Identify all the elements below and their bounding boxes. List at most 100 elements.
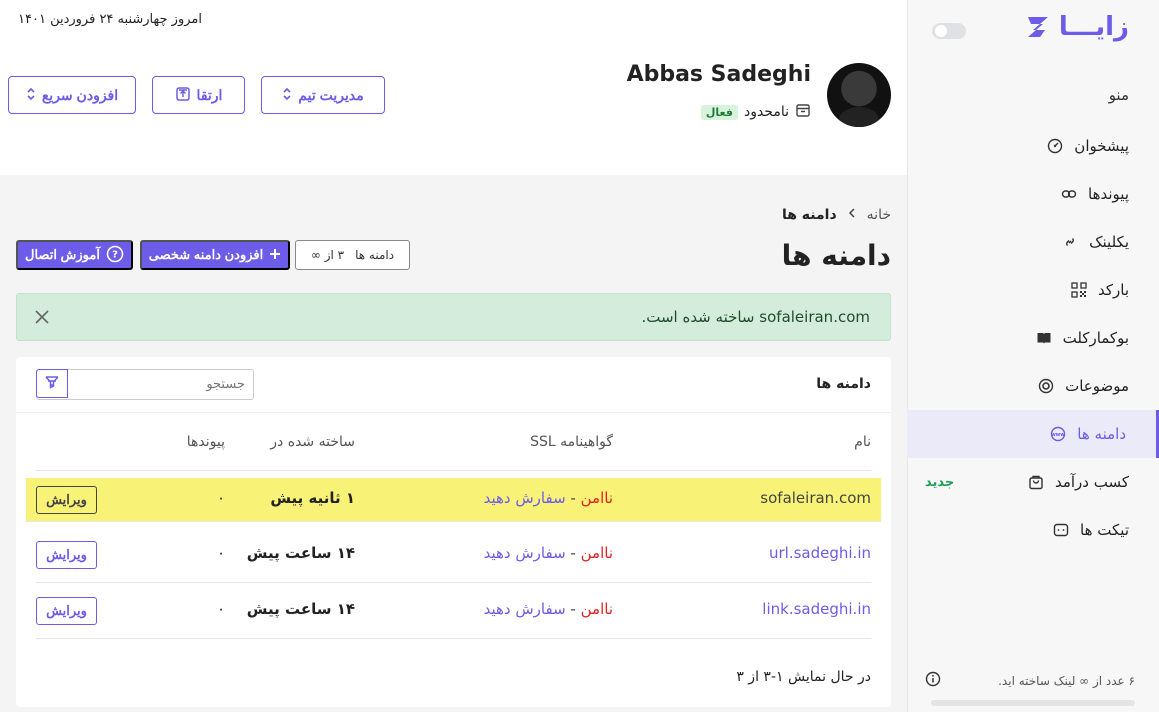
- www-icon: www: [1049, 425, 1067, 443]
- row-ssl: ناامن - سفارش دهید: [483, 489, 613, 507]
- sidebar-item-domains[interactable]: www دامنه ها: [907, 410, 1159, 458]
- row-created: ۱۴ ساعت پیش: [246, 600, 355, 618]
- column-header-created: ساخته شده در: [270, 434, 355, 450]
- chevron-left-icon: [847, 207, 857, 223]
- sidebar-item-qrcode[interactable]: بارکد: [907, 266, 1159, 314]
- logo[interactable]: زایـــا: [1023, 12, 1129, 42]
- upgrade-button[interactable]: ارتقا: [152, 76, 245, 114]
- row-ssl: ناامن - سفارش دهید: [483, 600, 613, 618]
- column-header-ssl: گواهینامه SSL: [530, 434, 613, 450]
- sidebar-item-topics[interactable]: موضوعات: [907, 362, 1159, 410]
- theme-toggle[interactable]: [932, 23, 966, 39]
- success-alert: sofaleiran.com ساخته شده است.: [16, 293, 891, 341]
- row-domain[interactable]: url.sadeghi.in: [769, 544, 871, 562]
- row-created: ۱ ثانیه پیش: [270, 489, 355, 507]
- bag-icon: [1027, 473, 1045, 491]
- table-row: link.sadeghi.in ناامن - سفارش دهید ۱۴ سا…: [36, 583, 871, 639]
- ssl-status: ناامن: [580, 544, 613, 562]
- sidebar-item-label: موضوعات: [1065, 377, 1129, 395]
- add-custom-domain-label: افزودن دامنه شخصی: [148, 247, 264, 262]
- ticket-icon: [1052, 521, 1070, 539]
- filter-icon: [45, 375, 59, 393]
- link-usage: ۶ عدد از ∞ لینک ساخته اید.: [925, 671, 1135, 690]
- team-manage-label: مدیریت تیم: [298, 86, 364, 103]
- alert-domain: sofaleiran.com: [759, 308, 870, 326]
- upload-box-icon: [175, 86, 191, 105]
- svg-text:www: www: [1051, 432, 1065, 438]
- ssl-status: ناامن: [580, 600, 613, 618]
- avatar[interactable]: [827, 63, 891, 127]
- sidebar-item-label: کسب درآمد: [1054, 473, 1129, 491]
- close-icon[interactable]: [33, 308, 51, 326]
- card-header: دامنه ها: [16, 357, 891, 413]
- quick-add-button[interactable]: افزودن سریع: [8, 76, 136, 114]
- domain-count-chip: دامنه ها ۳ از ∞: [295, 240, 410, 270]
- sidebar-item-label: بوکمارکلت: [1062, 329, 1129, 347]
- date-text: امروز چهارشنبه ۲۴ فروردین ۱۴۰۱: [18, 12, 202, 27]
- search-input[interactable]: [67, 370, 253, 399]
- sidebar-item-monetize[interactable]: کسب درآمد جدید: [907, 458, 1159, 506]
- ssl-order-link[interactable]: سفارش دهید: [484, 489, 566, 507]
- chain-icon: [1061, 233, 1079, 251]
- ssl-status: ناامن: [580, 489, 613, 507]
- domain-count-label: دامنه ها: [355, 248, 395, 262]
- logo-text: زایـــا: [1058, 12, 1129, 42]
- new-badge: جدید: [925, 474, 955, 490]
- row-domain[interactable]: link.sadeghi.in: [762, 600, 871, 618]
- sidebar-item-label: پیشخوان: [1074, 137, 1129, 155]
- filter-button[interactable]: [36, 369, 68, 398]
- connect-tutorial-label: آموزش اتصال: [25, 247, 100, 262]
- menu-title: منو: [1108, 86, 1129, 104]
- target-icon: [1037, 377, 1055, 395]
- help-circle-icon: ?: [106, 245, 124, 266]
- connect-tutorial-button[interactable]: ? آموزش اتصال: [16, 240, 133, 270]
- sidebar-item-label: یکلینک: [1089, 233, 1129, 251]
- main-content: خانه دامنه ها دامنه ها دامنه ها ۳ از ∞ ا…: [0, 175, 907, 712]
- sidebar-item-onelink[interactable]: یکلینک: [907, 218, 1159, 266]
- sidebar-item-tickets[interactable]: تیکت ها: [907, 506, 1159, 554]
- table-row: sofaleiran.com ناامن - سفارش دهید ۱ ثانی…: [26, 478, 881, 522]
- breadcrumb: خانه دامنه ها: [782, 207, 891, 223]
- plan-status-badge: فعال: [700, 104, 738, 120]
- sidebar-item-label: بارکد: [1097, 281, 1129, 299]
- edit-button[interactable]: ویرایش: [36, 486, 97, 514]
- qrcode-icon: [1070, 281, 1088, 299]
- sidebar-menu: پیشخوان پیوندها یکلینک بارکد بوکمارکلت م…: [907, 122, 1159, 554]
- book-icon: [1035, 329, 1053, 347]
- gauge-icon: [1046, 137, 1064, 155]
- breadcrumb-current: دامنه ها: [781, 207, 837, 223]
- sidebar-item-dashboard[interactable]: پیشخوان: [907, 122, 1159, 170]
- sidebar-item-bookmarklet[interactable]: بوکمارکلت: [907, 314, 1159, 362]
- sidebar-item-links[interactable]: پیوندها: [907, 170, 1159, 218]
- column-header-links: پیوندها: [186, 434, 225, 450]
- breadcrumb-home[interactable]: خانه: [867, 207, 891, 223]
- domain-count-value: ۳ از ∞: [310, 248, 345, 262]
- link-icon: [1060, 185, 1078, 203]
- info-icon[interactable]: [925, 671, 941, 690]
- edit-button[interactable]: ویرایش: [36, 541, 97, 569]
- page-title: دامنه ها: [781, 239, 891, 272]
- plus-icon: [269, 248, 281, 263]
- sidebar-item-label: پیوندها: [1088, 185, 1129, 203]
- team-manage-button[interactable]: مدیریت تیم: [261, 76, 385, 114]
- domains-card: دامنه ها نام گواهینامه SSL ساخته شده در …: [16, 357, 891, 707]
- row-domain[interactable]: sofaleiran.com: [760, 489, 871, 507]
- add-custom-domain-button[interactable]: افزودن دامنه شخصی: [140, 240, 290, 270]
- row-links: ۰: [216, 544, 225, 562]
- row-created: ۱۴ ساعت پیش: [246, 544, 355, 562]
- logo-mark-icon: [1023, 12, 1053, 42]
- row-links: ۰: [216, 489, 225, 507]
- user-plan: نامحدود فعال: [700, 102, 811, 122]
- upgrade-label: ارتقا: [196, 86, 223, 103]
- table-row: url.sadeghi.in ناامن - سفارش دهید ۱۴ ساع…: [36, 527, 871, 583]
- ssl-order-link[interactable]: سفارش دهید: [484, 600, 566, 618]
- ssl-order-link[interactable]: سفارش دهید: [484, 544, 566, 562]
- sidebar-item-label: دامنه ها: [1077, 425, 1126, 443]
- chevron-updown-icon: [282, 86, 292, 105]
- archive-icon: [795, 102, 811, 122]
- table-header: نام گواهینامه SSL ساخته شده در پیوندها: [36, 414, 871, 471]
- link-usage-progress: [931, 700, 1135, 706]
- sidebar-item-label: تیکت ها: [1080, 521, 1129, 539]
- row-ssl: ناامن - سفارش دهید: [483, 544, 613, 562]
- edit-button[interactable]: ویرایش: [36, 597, 97, 625]
